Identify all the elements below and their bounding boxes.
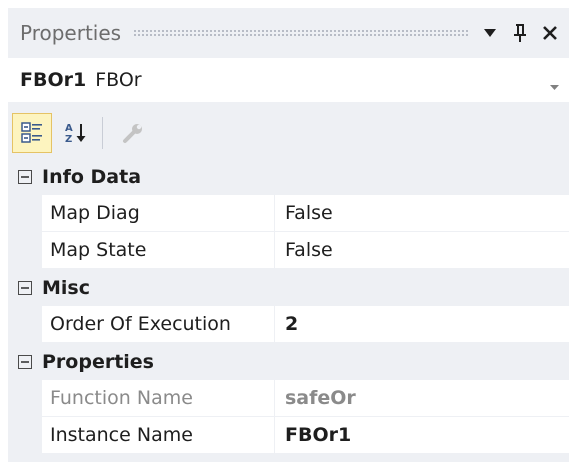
properties-panel: Properties FBOr1 FBOr A Z Info Data Map … (8, 8, 569, 462)
property-row[interactable]: Instance Name FBOr1 (42, 417, 569, 454)
property-row[interactable]: Map State False (42, 232, 569, 269)
drag-grip[interactable] (133, 28, 469, 38)
property-row[interactable]: Order Of Execution 2 (42, 306, 569, 343)
property-pages-button[interactable] (113, 113, 153, 153)
svg-text:Z: Z (65, 134, 72, 145)
property-toolbar: A Z (8, 108, 569, 158)
property-name: Map State (42, 232, 275, 268)
sort-alphabetical-icon: A Z (65, 123, 86, 145)
property-name: Order Of Execution (42, 306, 275, 342)
property-value[interactable]: False (275, 232, 569, 268)
category-properties[interactable]: Properties (8, 343, 569, 380)
property-value[interactable]: 2 (275, 306, 569, 342)
categorized-button[interactable] (12, 113, 52, 153)
triangle-down-icon (484, 29, 496, 37)
close-icon (543, 26, 557, 40)
property-value[interactable]: FBOr1 (275, 417, 569, 453)
property-row[interactable]: Map Diag False (42, 195, 569, 232)
category-misc[interactable]: Misc (8, 269, 569, 306)
chevron-down-icon[interactable] (550, 76, 559, 95)
property-name: Function Name (42, 380, 275, 416)
alphabetical-button[interactable]: A Z (56, 113, 96, 153)
category-label: Info Data (42, 165, 142, 188)
property-value: safeOr (285, 387, 356, 409)
category-info-data[interactable]: Info Data (8, 158, 569, 195)
svg-text:A: A (65, 123, 73, 134)
collapse-icon[interactable] (8, 354, 42, 369)
property-name: Instance Name (42, 417, 275, 453)
collapse-icon[interactable] (8, 280, 42, 295)
property-name: Map Diag (42, 195, 275, 231)
property-value[interactable]: False (275, 195, 569, 231)
toolbar-separator (102, 117, 103, 149)
pin-icon (514, 24, 526, 42)
panel-title: Properties (20, 21, 122, 45)
dropdown-menu-button[interactable] (479, 22, 501, 44)
object-type: FBOr (95, 69, 142, 91)
object-name: FBOr1 (20, 69, 87, 91)
close-button[interactable] (539, 22, 561, 44)
category-label: Misc (42, 276, 90, 299)
category-label: Properties (42, 350, 154, 373)
panel-title-bar[interactable]: Properties (8, 8, 569, 58)
property-row[interactable]: Function Name safeOr (42, 380, 569, 417)
property-grid: Info Data Map Diag False Map State False… (8, 158, 569, 454)
pin-button[interactable] (509, 22, 531, 44)
object-selector[interactable]: FBOr1 FBOr (8, 58, 569, 102)
categorized-icon (21, 122, 42, 143)
wrench-icon (123, 124, 142, 143)
collapse-icon[interactable] (8, 169, 42, 184)
